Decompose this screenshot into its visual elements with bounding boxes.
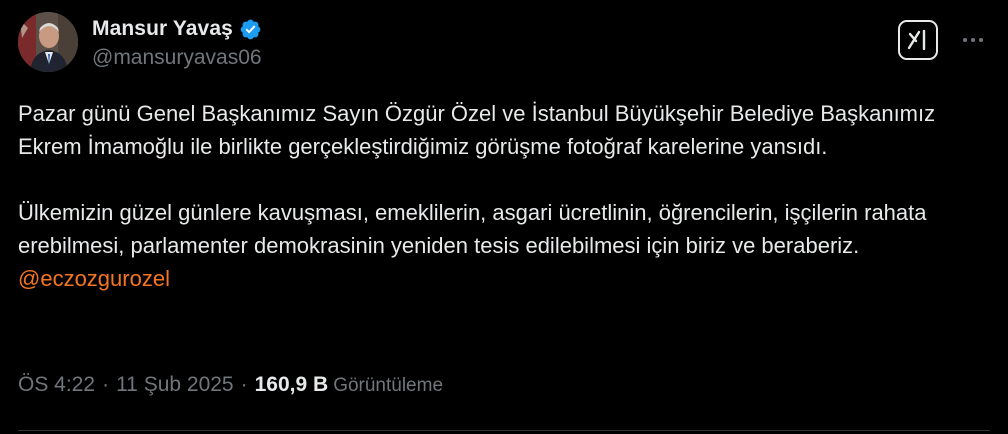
avatar-photo: [18, 12, 78, 72]
tweet-paragraph-1: Pazar günü Genel Başkanımız Sayın Özgür …: [18, 101, 936, 159]
author-display-name[interactable]: Mansur Yavaş: [92, 17, 233, 41]
mention-link[interactable]: @eczozgurozel: [18, 266, 170, 291]
tweet-time[interactable]: ÖS 4:22: [18, 373, 95, 397]
views-count[interactable]: 160,9 B: [255, 373, 329, 397]
avatar[interactable]: [18, 12, 78, 72]
more-horizontal-icon: [963, 38, 967, 42]
tweet-header: Mansur Yavaş @mansuryavas06: [18, 12, 990, 80]
tweet-text: Pazar günü Genel Başkanımız Sayın Özgür …: [18, 97, 978, 295]
divider: [18, 430, 990, 431]
more-options-button[interactable]: [958, 26, 988, 54]
verified-badge-icon[interactable]: [239, 18, 262, 41]
views-label: Görüntüleme: [333, 375, 444, 396]
tweet-date[interactable]: 11 Şub 2025: [116, 373, 234, 397]
author-handle[interactable]: @mansuryavas06: [92, 46, 262, 70]
tweet-paragraph-2: Ülkemizin güzel günlere kavuşması, emekl…: [18, 196, 978, 295]
author-info: Mansur Yavaş @mansuryavas06: [92, 14, 262, 70]
grok-button[interactable]: [898, 20, 938, 60]
meta-separator: ·: [102, 373, 110, 396]
grok-icon: [907, 29, 926, 51]
tweet-meta: ÖS 4:22 · 11 Şub 2025 · 160,9 B Görüntül…: [18, 373, 443, 397]
tweet-paragraph-2-text: Ülkemizin güzel günlere kavuşması, emekl…: [18, 200, 927, 258]
meta-separator: ·: [240, 373, 248, 396]
